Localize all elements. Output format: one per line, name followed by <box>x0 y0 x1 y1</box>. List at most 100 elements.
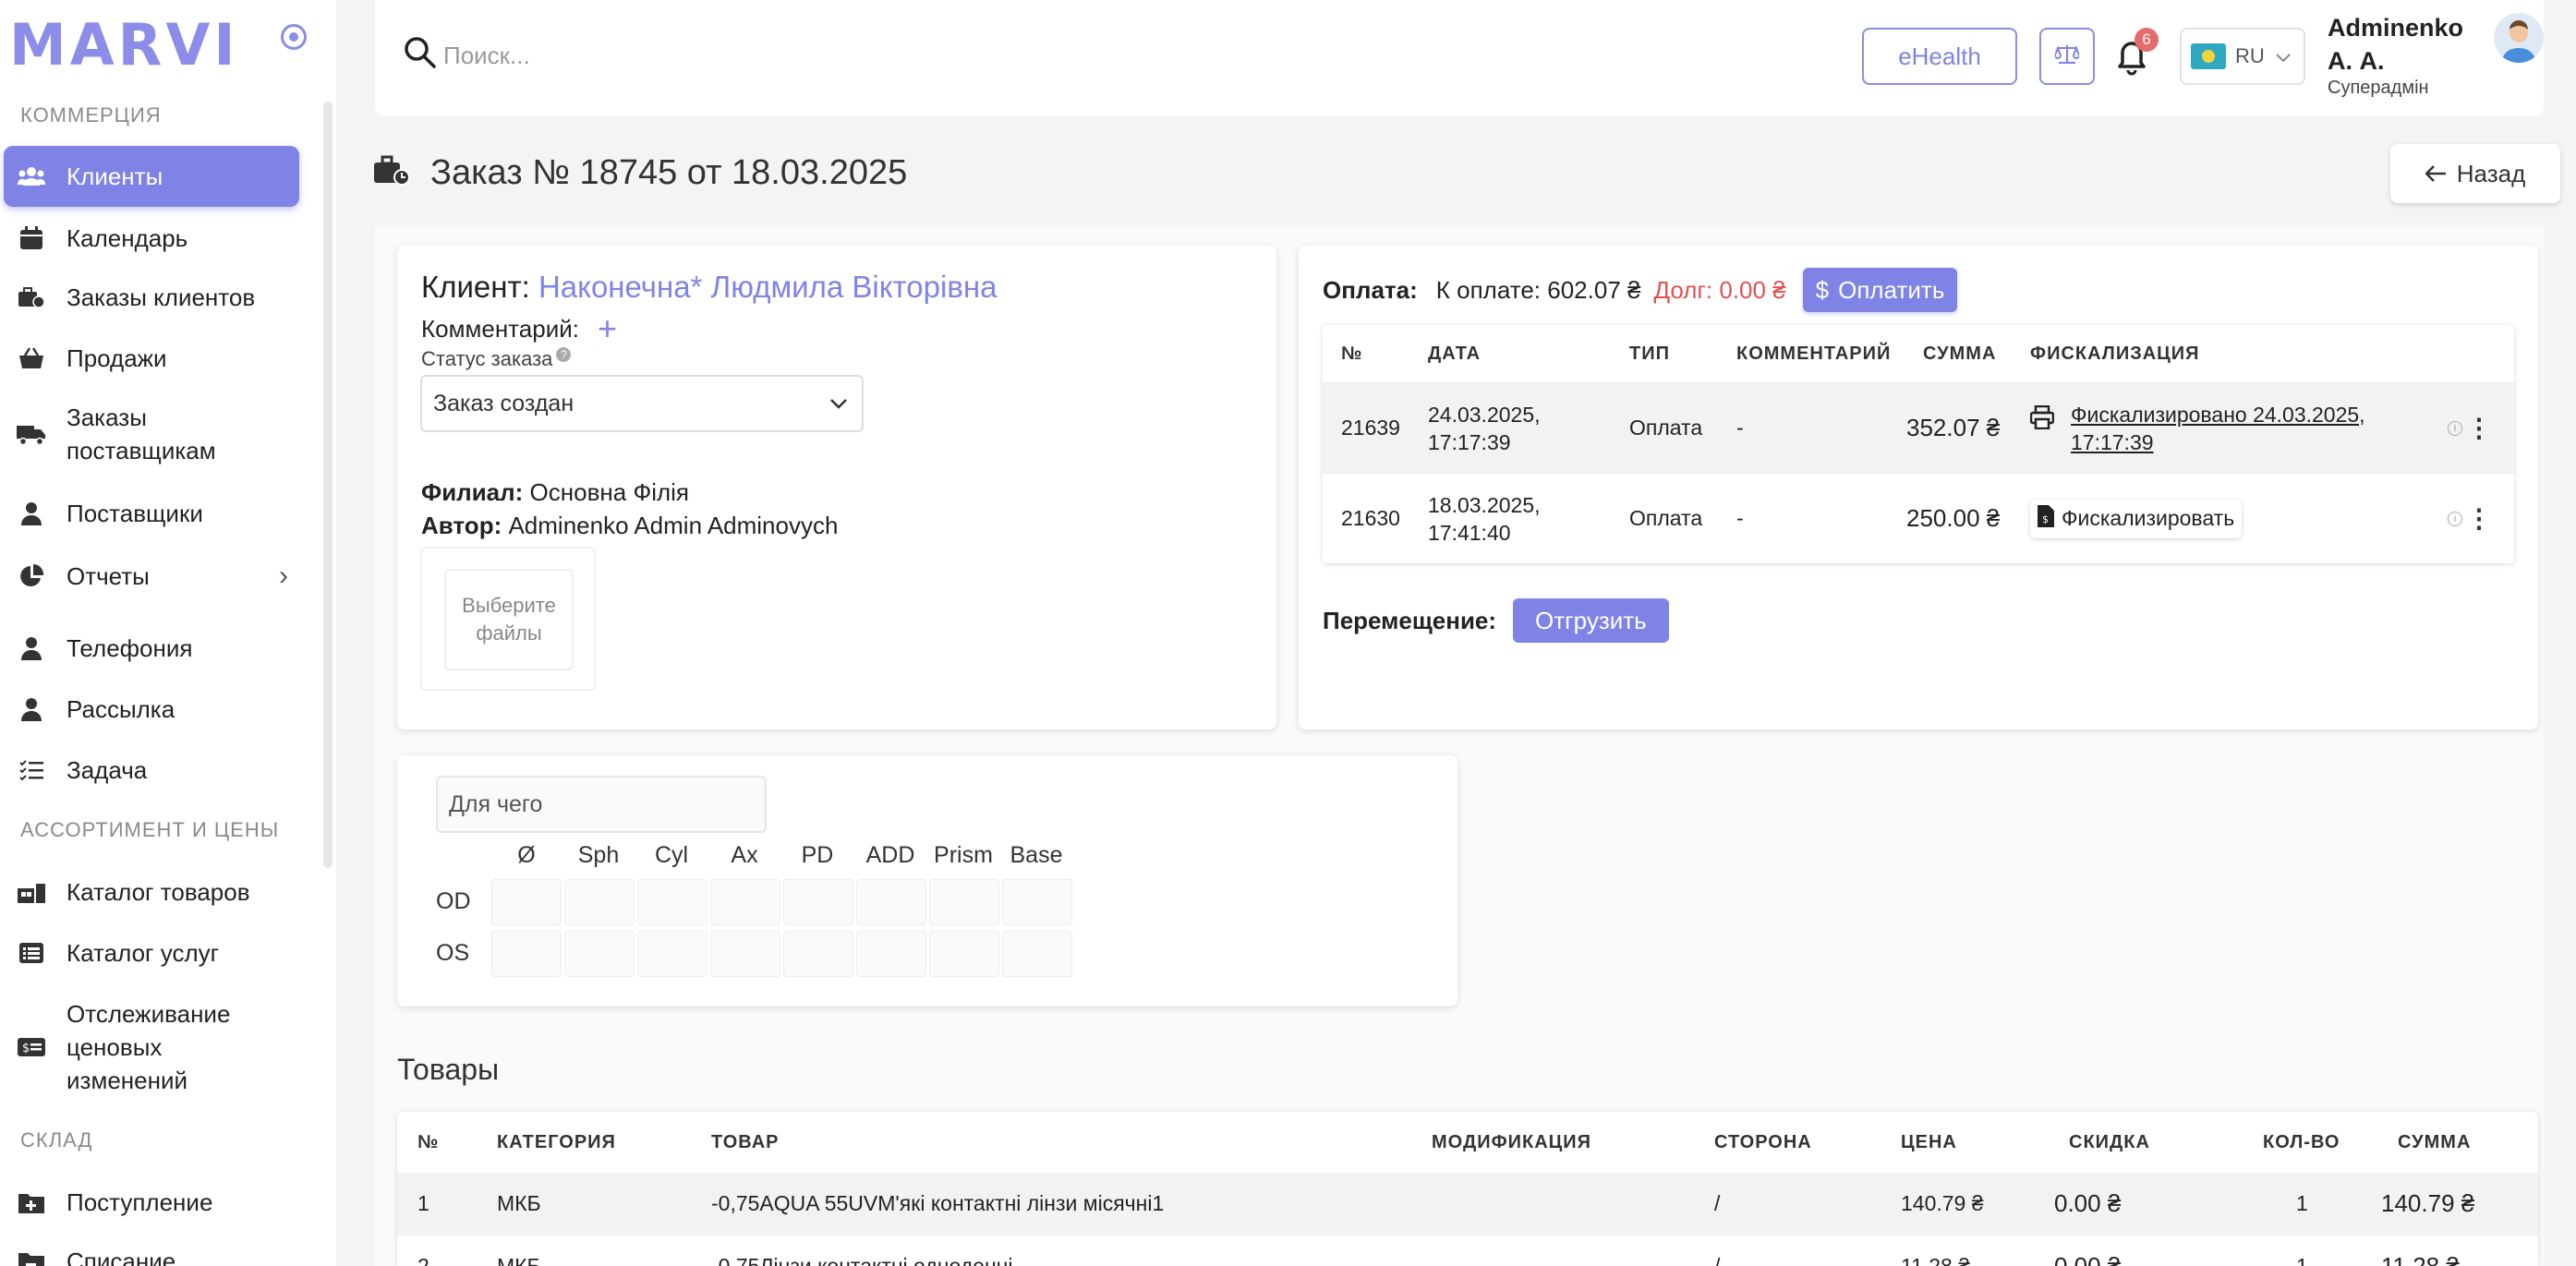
rx-input-os-0[interactable] <box>491 931 562 977</box>
sidebar-item-suppliers[interactable]: Поставщики <box>4 486 299 541</box>
sidebar-item-writeoff[interactable]: Списание <box>4 1234 299 1266</box>
rx-input-od-3[interactable] <box>710 879 780 925</box>
sidebar-item-label: Задача <box>67 755 148 784</box>
rx-input-os-3[interactable] <box>710 931 780 977</box>
rx-input-od-2[interactable] <box>637 879 707 925</box>
goods-qty: 1 <box>2296 1191 2308 1215</box>
branch-label: Филиал: <box>421 478 524 506</box>
search-input[interactable] <box>443 33 998 78</box>
sidebar-item-sales[interactable]: Продажи <box>4 331 299 386</box>
rx-input-od-5[interactable] <box>856 879 926 925</box>
time-line: 17:17:39 <box>1428 429 1511 454</box>
rx-input-od-7[interactable] <box>1002 879 1072 925</box>
payment-label: Оплата: <box>1323 275 1418 304</box>
more-options-icon[interactable]: ⋮ <box>2466 503 2492 534</box>
ehealth-button[interactable]: eHealth <box>1862 28 2017 85</box>
sidebar-scrollbar[interactable] <box>323 102 333 868</box>
orders-icon <box>17 286 46 308</box>
rx-input-od-0[interactable] <box>491 879 562 925</box>
fiscalized-link[interactable]: Фискализировано 24.03.2025, 17:17:39 <box>2071 401 2365 456</box>
sidebar-item-price-tracking[interactable]: $ Отслеживание ценовых изменений <box>4 994 299 1101</box>
rx-input-od-6[interactable] <box>929 879 999 925</box>
printer-icon[interactable] <box>2029 404 2055 435</box>
col-side: СТОРОНА <box>1714 1132 1812 1152</box>
search-icon[interactable] <box>403 35 438 75</box>
payment-comment: - <box>1736 506 1744 530</box>
rx-input-od-1[interactable] <box>564 879 635 925</box>
info-icon[interactable]: i <box>2448 420 2462 436</box>
table-row[interactable]: 1 МКБ -0,75AQUA 55UVM'які контактні лінз… <box>397 1173 2538 1236</box>
add-comment-icon[interactable]: + <box>598 312 617 345</box>
sidebar-item-service-catalog[interactable]: Каталог услуг <box>4 925 299 981</box>
person-icon <box>17 501 46 525</box>
price-tag-icon: $ <box>17 1038 46 1056</box>
file-upload-area: Выберите файлы <box>420 547 596 691</box>
sidebar-item-label: Заказы клиентов <box>67 283 256 311</box>
payment-date: 18.03.2025, 17:41:40 <box>1428 491 1541 547</box>
comment-row: Комментарий: + <box>421 312 617 345</box>
scales-button[interactable] <box>2039 28 2095 85</box>
section-commerce: КОММЕРЦИЯ <box>20 103 162 127</box>
calendar-icon <box>17 226 46 250</box>
col-comment: КОММЕНТАРИЙ <box>1736 343 1892 364</box>
sidebar-item-product-catalog[interactable]: Каталог товаров <box>4 864 299 920</box>
language-select[interactable]: RU <box>2180 28 2305 85</box>
client-name-link[interactable]: Наконечна* Людмила Вікторівна <box>538 270 997 304</box>
sidebar-item-reports[interactable]: Отчеты › <box>4 549 299 604</box>
folder-minus-icon <box>17 1250 46 1266</box>
fiscalize-button[interactable]: $ Фискализировать <box>2030 499 2243 538</box>
rx-input-os-1[interactable] <box>564 931 635 977</box>
scales-icon <box>2053 44 2081 69</box>
sidebar-item-supplier-orders[interactable]: Заказы поставщикам <box>4 397 299 471</box>
goods-sum: 11.28 ₴ <box>2381 1252 2460 1266</box>
fiscalize-label: Фискализировать <box>2062 506 2235 530</box>
info-icon[interactable]: i <box>2448 511 2462 526</box>
rx-col-ax: Ax <box>731 842 758 868</box>
users-icon <box>17 165 46 187</box>
sidebar-item-client-orders[interactable]: Заказы клиентов <box>4 270 299 325</box>
sidebar-item-calendar[interactable]: Календарь <box>4 211 299 266</box>
col-type: ТИП <box>1629 343 1670 364</box>
sidebar-item-mailing[interactable]: Рассылка <box>4 681 299 737</box>
rx-input-os-7[interactable] <box>1002 931 1072 977</box>
more-options-icon[interactable]: ⋮ <box>2466 413 2492 443</box>
rx-input-od-4[interactable] <box>783 879 853 925</box>
table-row[interactable]: 2 МКБ -0,75Лінзи контактні одноденні / 1… <box>397 1236 2538 1266</box>
payment-sum: 352.07 ₴ <box>1906 414 2001 441</box>
rx-input-os-6[interactable] <box>929 931 999 977</box>
sidebar-item-task[interactable]: Задача <box>4 742 299 798</box>
to-pay-amount: К оплате: 602.07 ₴ <box>1435 275 1641 304</box>
logo[interactable]: MARVI <box>9 11 238 78</box>
help-icon[interactable]: ? <box>556 347 572 362</box>
table-header: № ДАТА ТИП КОММЕНТАРИЙ СУММА ФИСКАЛИЗАЦИ… <box>1323 325 2514 382</box>
goods-side: / <box>1714 1191 1721 1215</box>
col-discount: СКИДКА <box>2069 1132 2150 1152</box>
goods-discount: 0.00 ₴ <box>2054 1252 2122 1266</box>
payments-table: № ДАТА ТИП КОММЕНТАРИЙ СУММА ФИСКАЛИЗАЦИ… <box>1323 325 2514 563</box>
user-name[interactable]: Adminenko А. А. <box>2328 11 2475 78</box>
sidebar-item-label: Отчеты <box>67 561 150 590</box>
rx-input-os-2[interactable] <box>637 931 707 977</box>
sidebar-toggle-icon[interactable] <box>281 24 307 50</box>
rx-input-os-4[interactable] <box>783 931 853 977</box>
sidebar-item-telephony[interactable]: Телефония <box>4 621 299 676</box>
receipt-icon: $ <box>2038 504 2054 533</box>
sidebar-item-receipt[interactable]: Поступление <box>4 1175 299 1230</box>
section-assortment: АССОРТИМЕНТ И ЦЕНЫ <box>20 818 280 841</box>
pay-button[interactable]: $ Оплатить <box>1802 268 1958 312</box>
choose-files-button[interactable]: Выберите файлы <box>444 569 574 670</box>
page-title: Заказ № 18745 от 18.03.2025 <box>430 153 908 192</box>
goods-discount: 0.00 ₴ <box>2054 1189 2122 1217</box>
ship-button[interactable]: Отгрузить <box>1513 598 1669 643</box>
status-label: Статус заказа? <box>421 347 572 371</box>
goods-sum: 140.79 ₴ <box>2381 1189 2475 1217</box>
rx-input-os-5[interactable] <box>856 931 926 977</box>
status-select[interactable]: Заказ создан <box>420 375 864 432</box>
back-button[interactable]: Назад <box>2390 144 2560 203</box>
avatar[interactable] <box>2494 13 2544 63</box>
purpose-input[interactable]: Для чего <box>436 776 767 833</box>
col-date: ДАТА <box>1428 343 1482 364</box>
sidebar-item-label: Рассылка <box>67 694 175 723</box>
client-label: Клиент: <box>421 270 530 304</box>
sidebar-item-clients[interactable]: Клиенты <box>4 146 299 207</box>
